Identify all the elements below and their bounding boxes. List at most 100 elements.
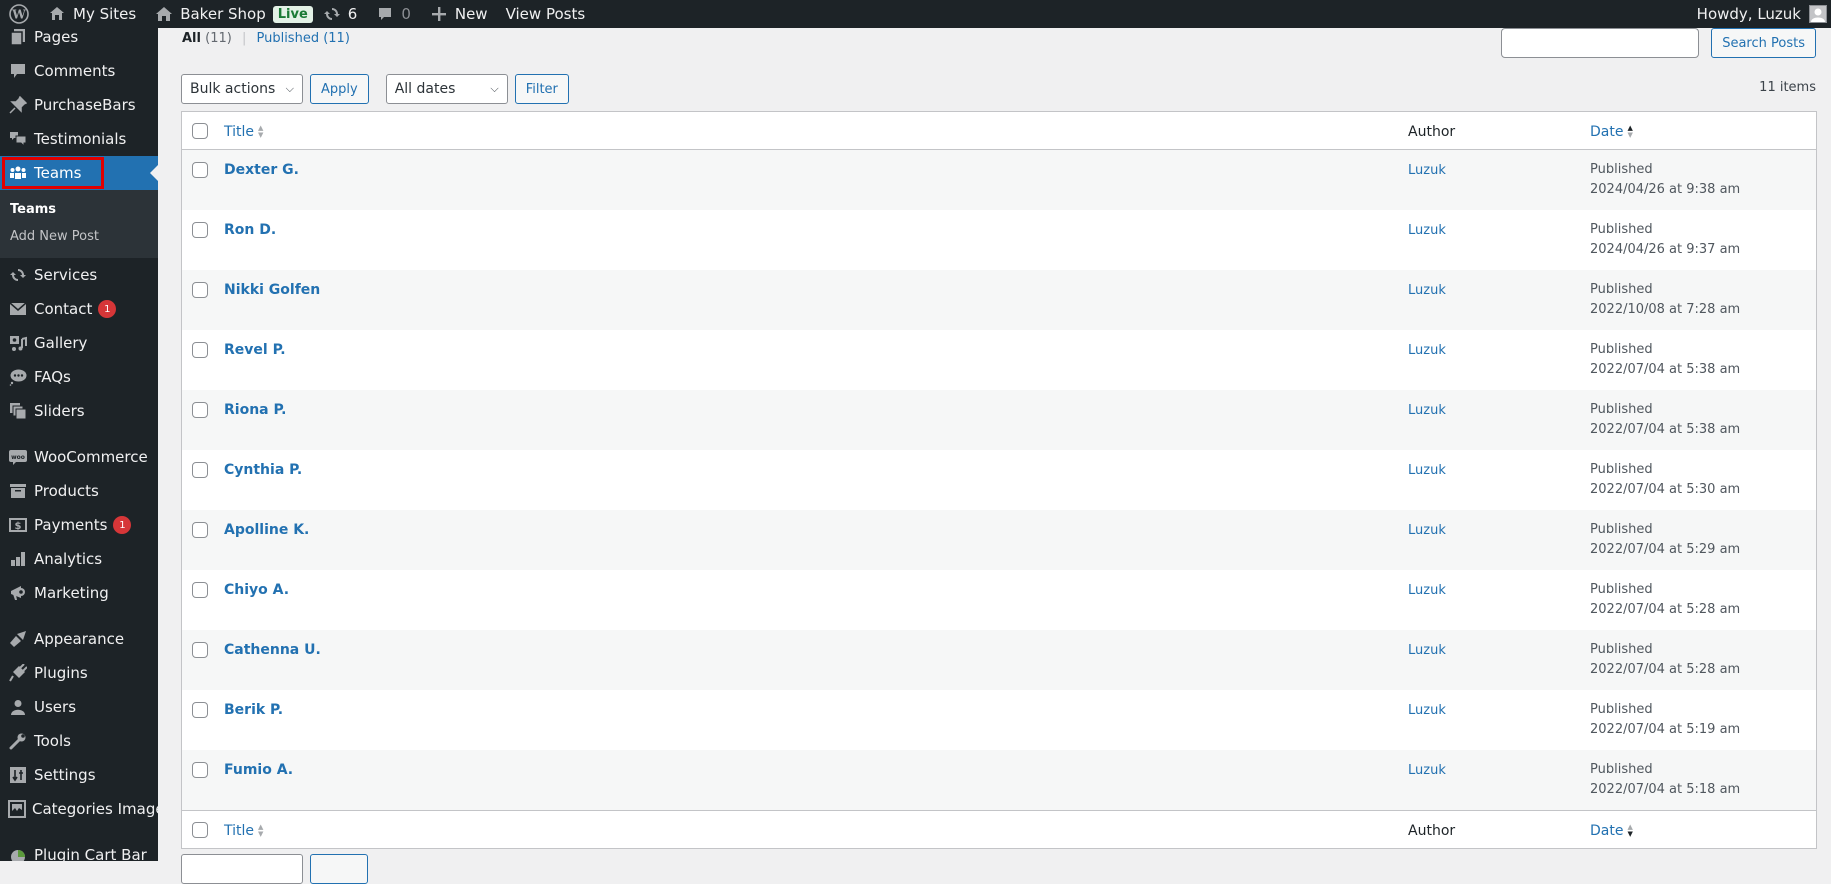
my-account-menu[interactable]: Howdy, Luzuk	[1688, 0, 1831, 28]
row-checkbox[interactable]	[192, 162, 208, 178]
search-posts-button[interactable]: Search Posts	[1711, 28, 1816, 58]
new-content-menu[interactable]: New	[420, 0, 497, 28]
select-all-checkbox[interactable]	[192, 122, 208, 139]
wp-logo-menu[interactable]: W	[0, 0, 38, 28]
post-title-link[interactable]: Berik P.	[224, 702, 283, 718]
search-input[interactable]	[1501, 28, 1700, 58]
post-status: Published	[1590, 522, 1653, 537]
sort-descending-icon: ▲ ▼	[1627, 822, 1633, 838]
chevron-down-icon: ⌵	[285, 82, 294, 95]
date-column-sort-footer[interactable]: Date ▲ ▼	[1590, 823, 1633, 839]
row-checkbox[interactable]	[192, 642, 208, 658]
post-title-link[interactable]: Riona P.	[224, 402, 287, 418]
row-checkbox[interactable]	[192, 702, 208, 718]
author-link[interactable]: Luzuk	[1408, 163, 1446, 178]
date-column-sort[interactable]: Date ▲ ▼	[1590, 124, 1633, 140]
sidebar-item-plugins[interactable]: Plugins	[0, 656, 158, 690]
post-title-link[interactable]: Ron D.	[224, 222, 276, 238]
howdy-label: Howdy, Luzuk	[1696, 5, 1801, 23]
sidebar-item-appearance[interactable]: Appearance	[0, 622, 158, 656]
author-link[interactable]: Luzuk	[1408, 283, 1446, 298]
title-column-sort[interactable]: Title ▲ ▼	[224, 124, 263, 140]
post-title-link[interactable]: Cathenna U.	[224, 642, 321, 658]
sidebar-item-analytics[interactable]: Analytics	[0, 542, 158, 576]
bulk-actions-select[interactable]: Bulk actions ⌵	[181, 74, 303, 104]
submenu-item-teams[interactable]: Teams	[0, 196, 158, 223]
sidebar-item-faqs[interactable]: FAQs	[0, 360, 158, 394]
row-checkbox[interactable]	[192, 462, 208, 478]
sidebar-item-products[interactable]: Products	[0, 474, 158, 508]
submenu-item-add-new-post[interactable]: Add New Post	[0, 223, 158, 250]
author-link[interactable]: Luzuk	[1408, 403, 1446, 418]
row-checkbox[interactable]	[192, 402, 208, 418]
sidebar-item-categories-images[interactable]: Categories Images	[0, 792, 158, 826]
payments-count-badge: 1	[113, 516, 132, 534]
sidebar-item-users[interactable]: Users	[0, 690, 158, 724]
table-row: Ron D. Luzuk Published 2024/04/26 at 9:37 a…	[182, 210, 1816, 270]
sidebar-item-settings[interactable]: Settings	[0, 758, 158, 792]
post-title-link[interactable]: Apolline K.	[224, 522, 309, 538]
archive-icon	[8, 481, 28, 501]
paintbrush-icon	[8, 629, 28, 649]
row-checkbox[interactable]	[192, 762, 208, 778]
title-column-sort-footer[interactable]: Title ▲ ▼	[224, 823, 263, 839]
main-content: All (11) | Published (11) Search Posts B…	[158, 28, 1831, 884]
author-link[interactable]: Luzuk	[1408, 703, 1446, 718]
woo-icon: woo	[8, 447, 28, 467]
sidebar-item-woocommerce[interactable]: woo WooCommerce	[0, 440, 158, 474]
sidebar-item-sliders[interactable]: Sliders	[0, 394, 158, 428]
author-link[interactable]: Luzuk	[1408, 343, 1446, 358]
dates-filter-select[interactable]: All dates ⌵	[385, 74, 508, 104]
view-all-link[interactable]: All	[182, 31, 201, 46]
author-link[interactable]: Luzuk	[1408, 523, 1446, 538]
post-title-link[interactable]: Dexter G.	[224, 162, 299, 178]
sidebar-item-marketing[interactable]: Marketing	[0, 576, 158, 610]
post-title-link[interactable]: Revel P.	[224, 342, 286, 358]
my-sites-menu[interactable]: My Sites	[38, 0, 145, 28]
view-published-link[interactable]: Published (11)	[256, 31, 349, 46]
bulk-actions-select-bottom[interactable]	[181, 854, 303, 884]
sidebar-item-pages[interactable]: Pages	[0, 28, 158, 54]
sidebar-item-plugin-cart-bar[interactable]: Plugin Cart Bar	[0, 838, 158, 861]
wrench-icon	[8, 731, 28, 751]
sidebar-item-tools[interactable]: Tools	[0, 724, 158, 758]
updates-menu[interactable]: 6	[313, 0, 367, 28]
sidebar-item-purchasebars[interactable]: PurchaseBars	[0, 88, 158, 122]
comments-menu[interactable]: 0	[366, 0, 420, 28]
sidebar-item-testimonials[interactable]: Testimonials	[0, 122, 158, 156]
post-title-link[interactable]: Chiyo A.	[224, 582, 289, 598]
author-link[interactable]: Luzuk	[1408, 583, 1446, 598]
post-title-link[interactable]: Fumio A.	[224, 762, 293, 778]
author-link[interactable]: Luzuk	[1408, 223, 1446, 238]
apply-button-bottom[interactable]	[310, 854, 368, 884]
row-checkbox[interactable]	[192, 342, 208, 358]
row-checkbox[interactable]	[192, 522, 208, 538]
sidebar-item-teams[interactable]: Teams	[0, 156, 158, 190]
post-date: 2022/07/04 at 5:30 am	[1590, 482, 1741, 497]
post-status: Published	[1590, 162, 1653, 177]
row-checkbox[interactable]	[192, 222, 208, 238]
sidebar-item-services[interactable]: Services	[0, 258, 158, 292]
sidebar-item-gallery[interactable]: Gallery	[0, 326, 158, 360]
site-name-menu[interactable]: Baker Shop	[145, 0, 275, 28]
sidebar-item-label: Services	[34, 266, 98, 284]
author-link[interactable]: Luzuk	[1408, 763, 1446, 778]
row-checkbox[interactable]	[192, 282, 208, 298]
select-all-checkbox-footer[interactable]	[192, 821, 208, 838]
view-posts-link[interactable]: View Posts	[497, 0, 595, 28]
sidebar-item-label: Contact	[34, 300, 93, 318]
author-link[interactable]: Luzuk	[1408, 463, 1446, 478]
post-status: Published	[1590, 582, 1653, 597]
sidebar-item-comments[interactable]: Comments	[0, 54, 158, 88]
post-status-views: All (11) | Published (11)	[182, 31, 350, 46]
sidebar-item-payments[interactable]: $ Payments 1	[0, 508, 158, 542]
post-date: 2022/07/04 at 5:38 am	[1590, 362, 1741, 377]
sidebar-item-label: Testimonials	[34, 130, 127, 148]
author-link[interactable]: Luzuk	[1408, 643, 1446, 658]
post-title-link[interactable]: Cynthia P.	[224, 462, 302, 478]
post-title-link[interactable]: Nikki Golfen	[224, 282, 320, 298]
filter-button[interactable]: Filter	[514, 74, 569, 104]
row-checkbox[interactable]	[192, 582, 208, 598]
sidebar-item-contact[interactable]: Contact 1	[0, 292, 158, 326]
apply-button[interactable]: Apply	[310, 74, 369, 104]
